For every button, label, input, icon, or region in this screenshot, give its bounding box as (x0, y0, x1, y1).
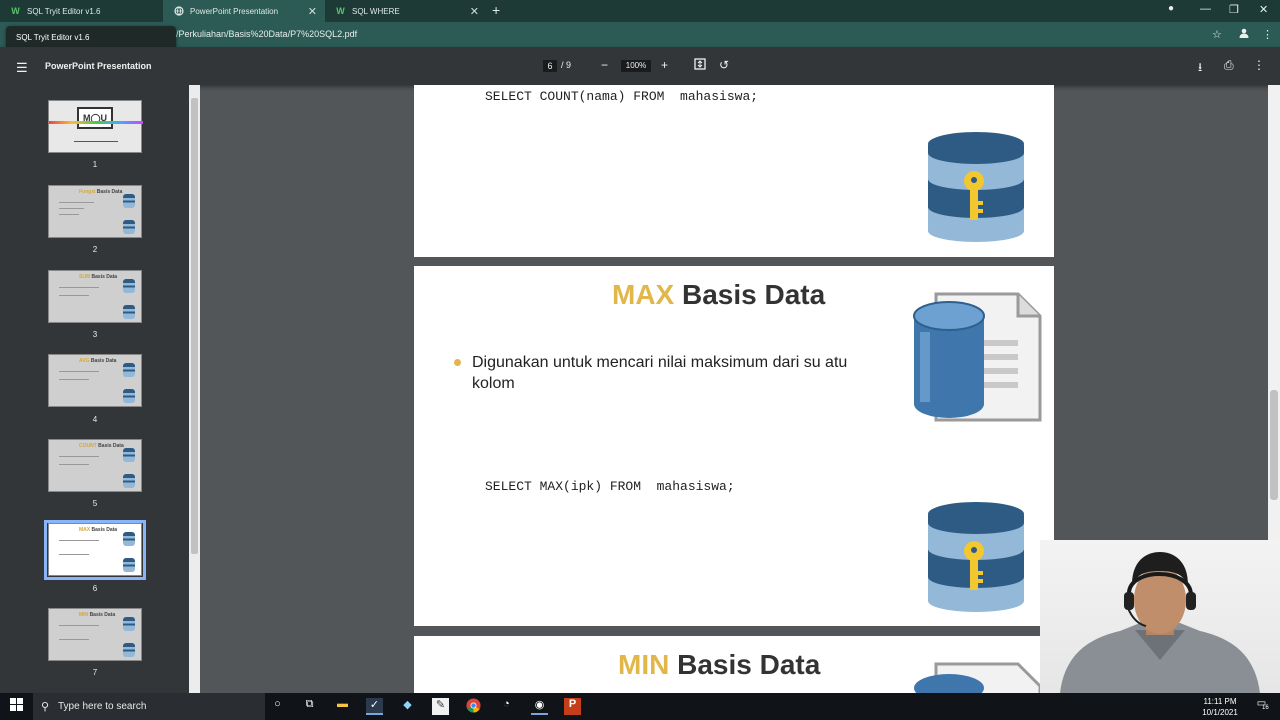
tooltip-title: SQL Tryit Editor v1.6 (16, 33, 90, 42)
address-bar[interactable]: /Perkuliahan/Basis%20Data/P7%20SQL2.pdf … (0, 22, 1280, 47)
print-icon[interactable]: ⎙ (1224, 58, 1234, 73)
account-icon[interactable] (1239, 28, 1249, 41)
app-icon[interactable]: ◆ (399, 698, 416, 715)
slide-title-keyword: MIN (618, 649, 670, 680)
minimize-icon[interactable]: — (1200, 3, 1211, 15)
thumbnail-title: COUNT Basis Data (79, 443, 124, 449)
pdf-page-5-bottom: SELECT COUNT(nama) FROM mahasiswa; (414, 85, 1054, 257)
database-document-icon (913, 292, 1042, 422)
zoom-out-icon[interactable]: − (601, 58, 608, 72)
presenter-image (1060, 552, 1260, 693)
slide-title-text: Basis Data (677, 649, 821, 680)
system-clock[interactable]: 11:11 PM 10/1/2021 (1196, 696, 1244, 718)
close-icon[interactable]: ✕ (308, 5, 317, 18)
slide-title-text: Basis Data (682, 279, 826, 310)
thumbnail-title: MAX Basis Data (79, 527, 118, 533)
thumbnail-number: 7 (92, 668, 98, 677)
page-number-input[interactable]: 6 (543, 60, 557, 72)
database-document-icon (914, 662, 1042, 693)
zoom-in-icon[interactable]: + (661, 58, 668, 72)
windows-taskbar: ⚲ Type here to search ○ ⧉ ▬ ✓ ◆ ✎ ◔ ◉ P … (0, 693, 1280, 720)
menu-dots-icon[interactable]: ⋮ (1262, 28, 1273, 41)
star-icon[interactable]: ☆ (1212, 28, 1222, 41)
chrome-active-icon[interactable]: ◉ (531, 698, 548, 715)
url-text[interactable]: /Perkuliahan/Basis%20Data/P7%20SQL2.pdf (176, 29, 357, 39)
w3schools-icon: W (336, 6, 345, 16)
profile-icon[interactable]: ● (1168, 3, 1174, 14)
thumbnail-3[interactable]: SUM Basis Data (48, 270, 142, 323)
thumbnail-number: 4 (92, 415, 98, 424)
powerpoint-icon[interactable]: P (564, 698, 581, 715)
thumbnail-title: AVG Basis Data (79, 358, 117, 364)
thumbnail-title: Fungsi Basis Data (79, 189, 123, 195)
slide-title: MAX Basis Data (612, 279, 825, 311)
cortana-icon[interactable]: ○ (269, 698, 286, 715)
thumbnail-4[interactable]: AVG Basis Data (48, 354, 142, 407)
notification-icon[interactable]: ▭ 16 (1253, 698, 1270, 715)
pdf-page-7-top: MIN Basis Data (414, 636, 1054, 693)
thumbnail-title: SUM Basis Data (79, 274, 118, 280)
pdf-page-6: MAX Basis Data Digunakan untuk mencari n… (414, 266, 1054, 626)
slide-title-keyword: MAX (612, 279, 675, 310)
thumbnail-number: 6 (92, 584, 98, 593)
tab-label: SQL WHERE (352, 6, 400, 16)
obs-icon[interactable]: ◔ (498, 698, 515, 715)
thumbnail-title: MIN Basis Data (79, 612, 116, 618)
search-placeholder: Type here to search (58, 701, 147, 712)
slide-title: MIN Basis Data (618, 649, 820, 681)
pdf-toolbar: ☰ PowerPoint Presentation 6 / 9 − 100% +… (0, 47, 1280, 85)
zoom-input[interactable]: 100% (621, 60, 651, 72)
thumbnail-number: 5 (92, 499, 98, 508)
taskbar-search[interactable]: ⚲ Type here to search (33, 693, 265, 720)
main-scroll-thumb[interactable] (1270, 390, 1278, 500)
notification-count: 16 (1262, 705, 1269, 711)
close-window-icon[interactable]: ✕ (1259, 3, 1268, 16)
windows-start-icon[interactable] (8, 698, 25, 715)
thumbnail-number: 2 (92, 245, 98, 254)
search-icon: ⚲ (41, 701, 50, 713)
logo-icon: M◯U (77, 107, 113, 129)
thumbnail-7[interactable]: MIN Basis Data (48, 608, 142, 661)
clock-time: 11:11 PM (1203, 697, 1237, 706)
sql-code: SELECT COUNT(nama) FROM mahasiswa; (485, 89, 759, 104)
tab-sql-tryit[interactable]: W SQL Tryit Editor v1.6 (0, 0, 162, 22)
thumbnail-5[interactable]: COUNT Basis Data (48, 439, 142, 492)
tab-powerpoint[interactable]: PowerPoint Presentation ✕ (163, 0, 325, 22)
database-key-icon (928, 502, 1024, 612)
task-view-icon[interactable]: ⧉ (301, 698, 318, 715)
document-title: PowerPoint Presentation (45, 61, 152, 71)
w3schools-icon: W (11, 6, 20, 16)
tab-label: PowerPoint Presentation (190, 6, 279, 16)
webcam-overlay (1040, 540, 1280, 693)
restore-icon[interactable]: ❐ (1229, 3, 1239, 16)
globe-icon (173, 6, 184, 17)
page-total: / 9 (561, 60, 572, 70)
more-options-icon[interactable]: ⋮ (1253, 58, 1265, 72)
hamburger-menu-icon[interactable]: ☰ (16, 60, 28, 76)
fit-page-icon[interactable] (694, 58, 706, 73)
rotate-icon[interactable]: ↺ (719, 58, 729, 72)
slide-bullet: Digunakan untuk mencari nilai maksimum d… (454, 352, 874, 394)
file-explorer-icon[interactable]: ▬ (334, 698, 351, 715)
sql-code: SELECT MAX(ipk) FROM mahasiswa; (485, 479, 735, 494)
thumbnail-2[interactable]: Fungsi Basis Data (48, 185, 142, 238)
tab-sql-where[interactable]: W SQL WHERE ✕ (325, 0, 487, 22)
tab-label: SQL Tryit Editor v1.6 (27, 6, 101, 16)
thumbnail-1[interactable]: M◯U (48, 100, 143, 153)
tab-strip: W SQL Tryit Editor v1.6 PowerPoint Prese… (0, 0, 1280, 22)
chrome-icon[interactable] (465, 698, 482, 715)
new-tab-icon[interactable]: + (492, 2, 500, 18)
thumbnail-number: 3 (92, 330, 98, 339)
steam-icon[interactable]: ✓ (366, 698, 383, 715)
thumbnail-6[interactable]: MAX Basis Data (48, 523, 142, 576)
thumbnail-number: 1 (92, 160, 98, 169)
download-icon[interactable]: ⭳ (1198, 58, 1202, 79)
database-key-icon (928, 132, 1024, 242)
clock-date: 10/1/2021 (1202, 708, 1238, 717)
paint-icon[interactable]: ✎ (432, 698, 449, 715)
sidebar-scroll-thumb[interactable] (191, 98, 198, 554)
close-icon[interactable]: ✕ (470, 5, 479, 18)
